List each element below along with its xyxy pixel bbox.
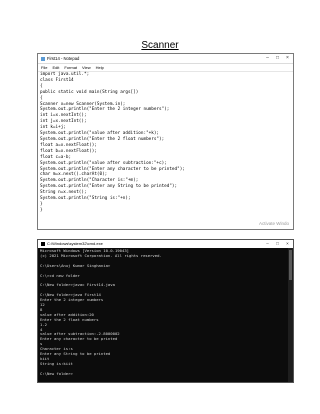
code-text: import java.util.*; class First14{public …	[40, 72, 291, 214]
notepad-menubar: File Edit Format View Help	[38, 64, 293, 72]
cmd-titlebar[interactable]: C:\Windows\system32\cmd.exe – □ ×	[38, 240, 293, 248]
code-line: }	[40, 207, 43, 213]
activate-windows-watermark: Activate Windo	[258, 221, 289, 226]
scrollbar-thumb[interactable]	[289, 250, 292, 280]
cmd-console[interactable]: Microsoft Windows [Version 10.0.19043] (c…	[40, 248, 287, 380]
notepad-title: First14 - Notepad	[47, 56, 80, 61]
menu-help[interactable]: Help	[96, 64, 104, 71]
cmd-window-controls: – □ ×	[264, 240, 291, 248]
page-title: Scanner	[141, 40, 179, 51]
notepad-window: First14 - Notepad – □ × File Edit Format…	[37, 53, 294, 230]
close-icon[interactable]: ×	[284, 240, 291, 248]
maximize-icon[interactable]: □	[274, 54, 281, 63]
menu-file[interactable]: File	[41, 64, 47, 71]
close-icon[interactable]: ×	[284, 54, 291, 63]
notepad-titlebar[interactable]: First14 - Notepad – □ ×	[38, 54, 293, 64]
cmd-scrollbar[interactable]	[288, 248, 293, 382]
cmd-icon	[41, 241, 45, 246]
cmd-title: C:\Windows\system32\cmd.exe	[47, 241, 103, 246]
menu-view[interactable]: View	[82, 64, 91, 71]
cmd-window: C:\Windows\system32\cmd.exe – □ × Micros…	[37, 239, 294, 383]
maximize-icon[interactable]: □	[274, 240, 281, 248]
menu-format[interactable]: Format	[64, 64, 77, 71]
notepad-editor[interactable]: import java.util.*; class First14{public …	[40, 72, 291, 227]
minimize-icon[interactable]: –	[264, 240, 271, 248]
console-output: Microsoft Windows [Version 10.0.19043] (c…	[40, 248, 287, 377]
menu-edit[interactable]: Edit	[52, 64, 59, 71]
notepad-icon	[41, 56, 45, 61]
window-controls: – □ ×	[264, 54, 291, 63]
console-line: C:\New folder>	[40, 370, 73, 376]
minimize-icon[interactable]: –	[264, 54, 271, 63]
